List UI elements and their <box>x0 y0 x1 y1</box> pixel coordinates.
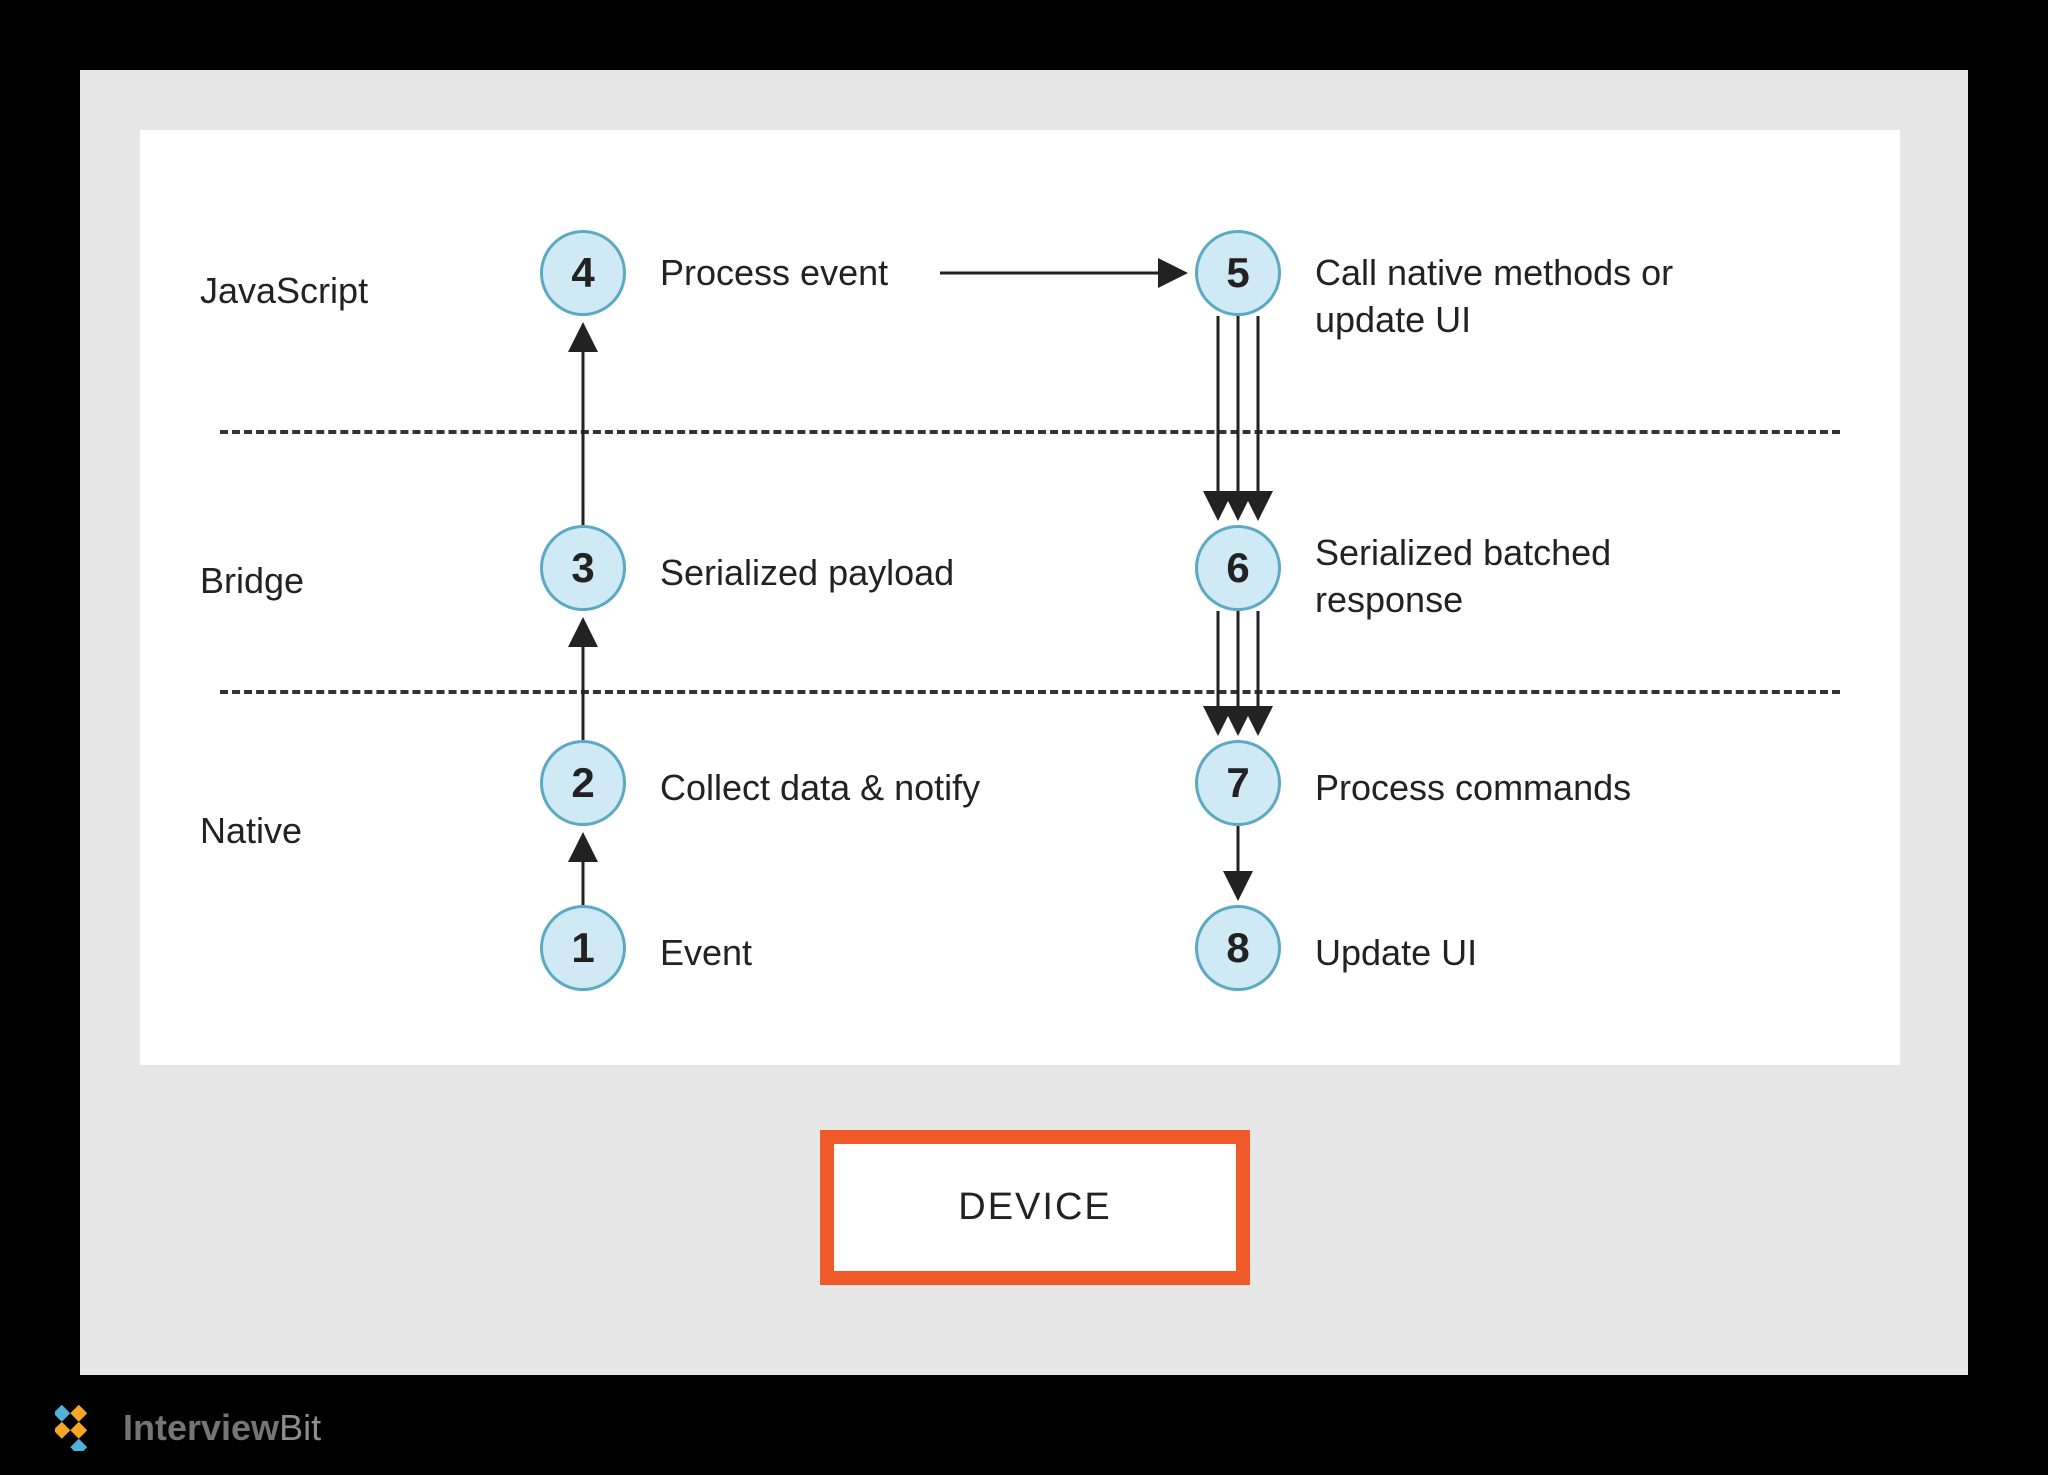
node-3-label: Serialized payload <box>660 550 954 597</box>
divider-bridge-native <box>220 690 1840 694</box>
outer-panel: JavaScript Bridge Native 4 Process event… <box>80 70 1968 1375</box>
node-7-label: Process commands <box>1315 765 1631 812</box>
node-4-label: Process event <box>660 250 888 297</box>
node-8-label: Update UI <box>1315 930 1477 977</box>
diagram-card: JavaScript Bridge Native 4 Process event… <box>140 130 1900 1065</box>
node-7-num: 7 <box>1226 759 1249 807</box>
node-1: 1 <box>540 905 626 991</box>
brand-text: InterviewBit <box>123 1407 321 1449</box>
layer-label-javascript: JavaScript <box>200 270 368 312</box>
device-box: DEVICE <box>820 1130 1250 1285</box>
brand-text-1: Interview <box>123 1407 279 1448</box>
brand-logo-icon <box>55 1405 111 1451</box>
node-8-num: 8 <box>1226 924 1249 972</box>
layer-label-bridge: Bridge <box>200 560 304 602</box>
node-3-num: 3 <box>571 544 594 592</box>
node-6-num: 6 <box>1226 544 1249 592</box>
node-2-num: 2 <box>571 759 594 807</box>
layer-label-native: Native <box>200 810 302 852</box>
node-4-num: 4 <box>571 249 594 297</box>
node-8: 8 <box>1195 905 1281 991</box>
node-7: 7 <box>1195 740 1281 826</box>
node-6-label: Serialized batched response <box>1315 530 1675 624</box>
node-2: 2 <box>540 740 626 826</box>
node-2-label: Collect data & notify <box>660 765 980 812</box>
node-1-label: Event <box>660 930 752 977</box>
brand-logo: InterviewBit <box>55 1405 321 1451</box>
node-5-num: 5 <box>1226 249 1249 297</box>
brand-text-2: Bit <box>279 1407 321 1448</box>
node-5: 5 <box>1195 230 1281 316</box>
device-label: DEVICE <box>958 1186 1111 1229</box>
divider-js-bridge <box>220 430 1840 434</box>
node-3: 3 <box>540 525 626 611</box>
node-6: 6 <box>1195 525 1281 611</box>
node-5-label: Call native methods or update UI <box>1315 250 1735 344</box>
node-1-num: 1 <box>571 924 594 972</box>
node-4: 4 <box>540 230 626 316</box>
